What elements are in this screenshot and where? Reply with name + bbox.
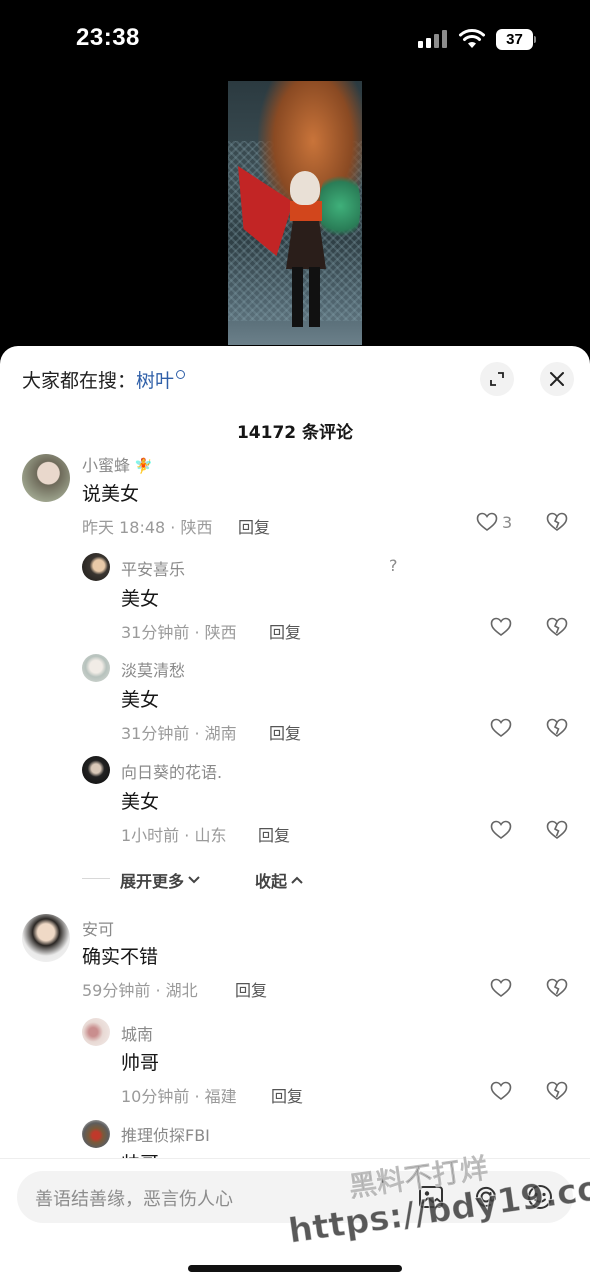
comment-text: 帅哥 [121, 1052, 160, 1074]
avatar[interactable] [22, 454, 70, 502]
comment-input-placeholder: 善语结善缘，恶言伤人心 [35, 1189, 233, 1210]
home-indicator [188, 1265, 402, 1272]
avatar[interactable] [82, 553, 110, 581]
comment-text: 美女 [121, 689, 160, 711]
search-suggestion[interactable]: 大家都在搜：树叶 [22, 366, 186, 393]
avatar[interactable] [82, 1120, 110, 1148]
dislike-icon[interactable] [546, 978, 568, 998]
like-button[interactable]: 3 [476, 512, 512, 532]
close-icon [550, 372, 564, 386]
comment-meta: 31分钟前 · 湖南 [121, 724, 237, 743]
close-button[interactable] [540, 362, 574, 396]
reply-button[interactable]: 回复 [238, 514, 270, 538]
comment-meta: 59分钟前 · 湖北 [82, 981, 198, 1000]
avatar[interactable] [82, 654, 110, 682]
search-suggestion-prefix: 大家都在搜： [22, 370, 137, 392]
comment-meta: 1小时前 · 山东 [121, 826, 227, 845]
avatar[interactable] [22, 914, 70, 962]
dislike-icon[interactable] [546, 820, 568, 840]
expand-more-button[interactable]: 展开更多 [120, 868, 201, 892]
reply-button[interactable]: 回复 [235, 977, 267, 1001]
comment-meta: 10分钟前 · 福建 [121, 1087, 237, 1106]
status-bar: 23:38 37 [0, 0, 590, 80]
dislike-icon[interactable] [546, 718, 568, 738]
battery-icon: 37 [496, 29, 536, 50]
comment-username[interactable]: 平安喜乐 [121, 556, 185, 580]
search-suggestion-keyword[interactable]: 树叶 [136, 370, 174, 392]
expand-more-label: 展开更多 [120, 872, 185, 891]
comment-username[interactable]: 城南 [121, 1021, 153, 1045]
like-count: 3 [502, 512, 513, 532]
chevron-down-icon [188, 876, 200, 884]
reply-button[interactable]: 回复 [269, 720, 301, 744]
comment-text: 确实不错 [82, 946, 159, 968]
dislike-icon[interactable] [546, 617, 568, 637]
comment-text: 美女 [121, 588, 160, 610]
comment-sheet: 大家都在搜：树叶 14172 条评论 小蜜蜂 🧚 说美女 昨天 18:48 · 陕… [0, 346, 590, 1280]
battery-level: 37 [496, 29, 533, 50]
dislike-icon[interactable] [546, 1081, 568, 1101]
heart-icon[interactable] [490, 718, 512, 738]
comment-meta: 昨天 18:48 · 陕西 [82, 518, 213, 537]
heart-icon [476, 512, 498, 531]
reply-button[interactable]: 回复 [269, 619, 301, 643]
cellular-signal-icon [418, 30, 447, 48]
avatar[interactable] [82, 1018, 110, 1046]
comment-username-extra: ? [389, 556, 398, 575]
heart-icon[interactable] [490, 820, 512, 840]
status-time: 23:38 [76, 24, 140, 51]
fairy-emoji-icon: 🧚 [134, 457, 153, 475]
comment-text: 美女 [121, 791, 160, 813]
comment-username[interactable]: 向日葵的花语. [121, 759, 222, 783]
comment-username[interactable]: 安可 [82, 916, 114, 940]
comment-username[interactable]: 小蜜蜂 🧚 [82, 452, 153, 476]
search-icon [176, 370, 186, 379]
avatar[interactable] [82, 756, 110, 784]
thread-divider [82, 878, 110, 879]
wifi-icon [459, 29, 485, 48]
comment-count: 14172 条评论 [236, 423, 354, 443]
comment-meta: 31分钟前 · 陕西 [121, 623, 237, 642]
video-preview[interactable] [228, 81, 362, 345]
reply-button[interactable]: 回复 [258, 822, 290, 846]
heart-icon[interactable] [490, 978, 512, 998]
comment-username[interactable]: 淡莫清愁 [121, 657, 185, 681]
chevron-up-icon [291, 876, 303, 884]
heart-icon[interactable] [490, 617, 512, 637]
dislike-icon[interactable] [546, 512, 568, 532]
comment-text: 说美女 [82, 483, 140, 505]
comment-username[interactable]: 推理侦探FBI [121, 1122, 210, 1146]
expand-button[interactable] [480, 362, 514, 396]
collapse-button[interactable]: 收起 [255, 868, 304, 892]
collapse-label: 收起 [255, 872, 288, 891]
reply-button[interactable]: 回复 [271, 1083, 303, 1107]
fullscreen-icon [490, 372, 504, 386]
heart-icon[interactable] [490, 1081, 512, 1101]
